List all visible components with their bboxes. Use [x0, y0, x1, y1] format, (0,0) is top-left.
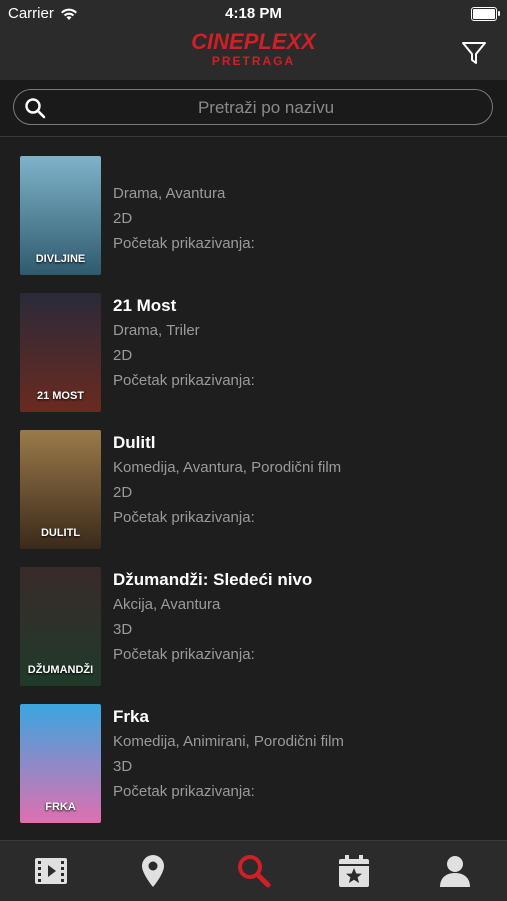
nav-bar: CINEPLEXX PRETRAGA — [0, 28, 507, 80]
movie-poster[interactable]: 21 MOST — [20, 293, 101, 412]
clock: 4:18 PM — [225, 5, 282, 22]
movie-row[interactable]: FRKA Frka Komedija, Animirani, Porodični… — [0, 685, 507, 823]
movie-genres: Akcija, Avantura — [113, 596, 221, 613]
movie-start-label: Početak prikazivanja: — [113, 235, 255, 252]
movie-start-label: Početak prikazivanja: — [113, 509, 255, 526]
movie-title: Frka — [113, 707, 149, 726]
movie-title: Dulitl — [113, 433, 156, 452]
movie-info: Frka Komedija, Animirani, Porodični film… — [113, 705, 344, 804]
location-pin-icon[interactable] — [135, 853, 171, 889]
movie-row[interactable]: DIVLJINE Drama, Avantura 2D Početak prik… — [0, 137, 507, 275]
movie-start-label: Početak prikazivanja: — [113, 646, 255, 663]
movie-info: Drama, Avantura 2D Početak prikazivanja: — [113, 157, 255, 256]
movie-info: Dulitl Komedija, Avantura, Porodični fil… — [113, 431, 341, 530]
movie-poster[interactable]: DŽUMANDŽI — [20, 567, 101, 686]
movie-format: 3D — [113, 758, 133, 775]
calendar-star-icon[interactable] — [336, 853, 372, 889]
movie-title: Džumandži: Sledeći nivo — [113, 570, 313, 589]
search-field[interactable] — [13, 89, 493, 126]
movie-format: 2D — [113, 347, 133, 364]
poster-title: 21 MOST — [36, 390, 85, 402]
movie-start-label: Početak prikazivanja: — [113, 372, 255, 389]
movie-poster[interactable]: DULITL — [20, 430, 101, 549]
movie-format: 2D — [113, 484, 133, 501]
search-icon[interactable] — [236, 853, 272, 889]
filter-icon[interactable] — [461, 40, 487, 66]
search-bar-container — [0, 80, 507, 137]
movie-start-label: Početak prikazivanja: — [113, 783, 255, 800]
movie-genres: Drama, Triler — [113, 322, 200, 339]
page-title: PRETRAGA — [211, 54, 296, 68]
profile-icon[interactable] — [437, 853, 473, 889]
status-bar: Carrier 4:18 PM — [0, 0, 507, 28]
poster-title: DULITL — [40, 527, 81, 539]
movie-row[interactable]: 21 MOST 21 Most Drama, Triler 2D Početak… — [0, 274, 507, 412]
battery-icon — [471, 7, 500, 21]
movie-row[interactable]: DŽUMANDŽI Džumandži: Sledeći nivo Akcija… — [0, 548, 507, 686]
movie-row[interactable]: DULITL Dulitl Komedija, Avantura, Porodi… — [0, 411, 507, 549]
brand-name: CINEPLEXX — [191, 29, 316, 54]
movie-info: 21 Most Drama, Triler 2D Početak prikazi… — [113, 294, 255, 393]
film-icon[interactable] — [33, 853, 69, 889]
movie-poster[interactable]: FRKA — [20, 704, 101, 823]
movie-format: 3D — [113, 621, 133, 638]
movie-format: 2D — [113, 210, 133, 227]
app-logo: CINEPLEXX PRETRAGA — [0, 29, 507, 69]
search-input[interactable] — [54, 90, 478, 126]
movie-title: 21 Most — [113, 296, 177, 315]
search-icon — [25, 98, 46, 119]
movie-genres: Drama, Avantura — [113, 185, 226, 202]
movie-list[interactable]: DIVLJINE Drama, Avantura 2D Početak prik… — [0, 137, 507, 840]
movie-info: Džumandži: Sledeći nivo Akcija, Avantura… — [113, 568, 312, 667]
poster-title: FRKA — [45, 801, 76, 813]
movie-genres: Komedija, Animirani, Porodični film — [113, 733, 344, 750]
movie-poster[interactable]: DIVLJINE — [20, 156, 101, 275]
movie-title — [113, 157, 255, 181]
poster-title: DŽUMANDŽI — [27, 664, 94, 676]
tab-bar — [0, 840, 507, 901]
movie-genres: Komedija, Avantura, Porodični film — [113, 459, 342, 476]
poster-title: DIVLJINE — [35, 253, 86, 265]
